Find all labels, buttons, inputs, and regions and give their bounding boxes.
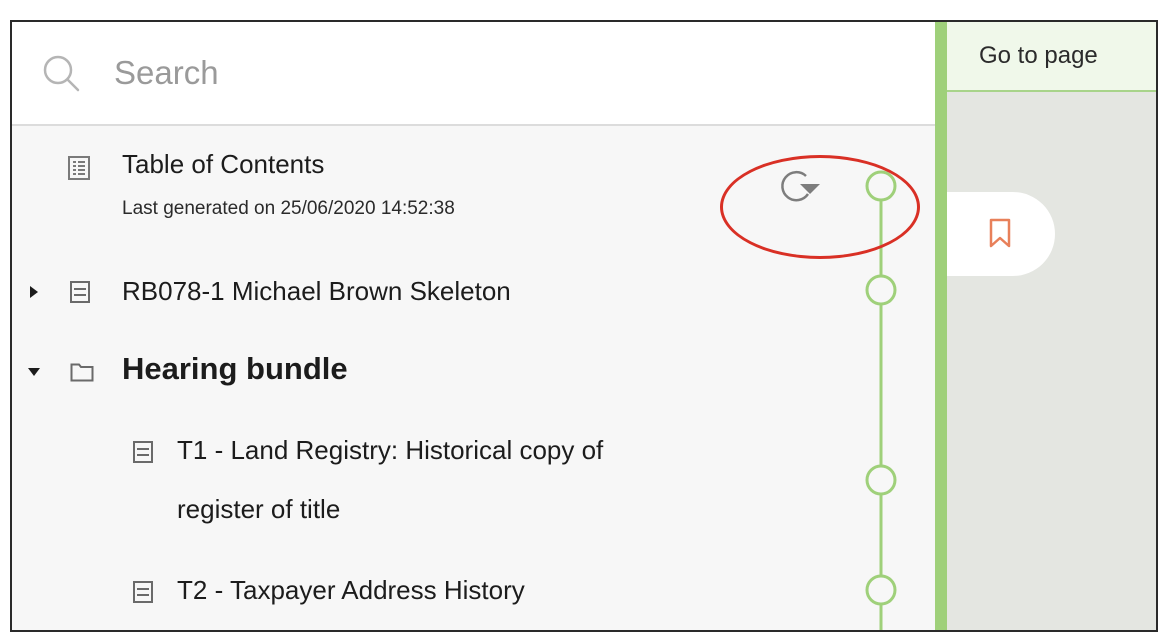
outline-panel: Table of Contents Last generated on 25/0… — [12, 22, 935, 630]
timeline-node[interactable] — [865, 464, 897, 496]
document-viewer-panel: Go to page — [947, 22, 1156, 630]
bookmark-icon[interactable] — [989, 218, 1011, 248]
page-timeline — [865, 170, 897, 630]
bookmark-tab[interactable] — [947, 192, 1055, 276]
timeline-node[interactable] — [865, 574, 897, 606]
annotation-highlight-circle — [720, 155, 920, 259]
go-to-page-bar[interactable]: Go to page — [947, 22, 1156, 92]
app-frame: Table of Contents Last generated on 25/0… — [10, 20, 1158, 632]
go-to-page-label[interactable]: Go to page — [979, 42, 1098, 70]
panel-divider[interactable] — [935, 22, 947, 630]
timeline-node[interactable] — [865, 274, 897, 306]
